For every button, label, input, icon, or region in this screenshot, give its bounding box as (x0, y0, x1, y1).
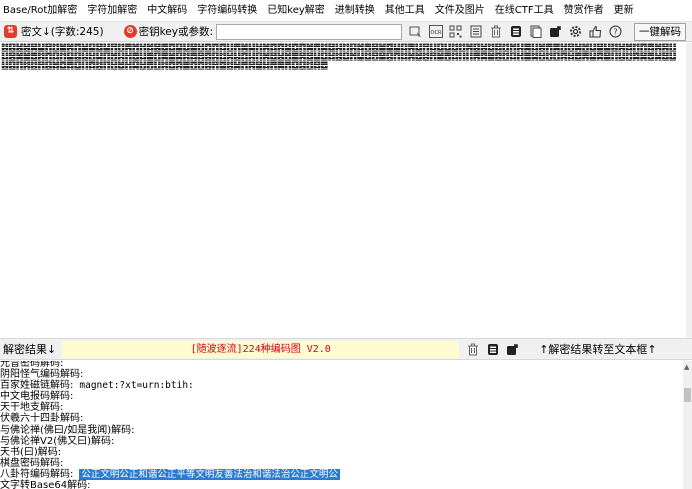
result-trash-icon[interactable] (465, 342, 480, 357)
result-line-label: 天干地支解码: (0, 402, 64, 414)
result-line-label: 中文电报码解码: (0, 391, 74, 403)
menu-char-crypto[interactable]: 字符加解密 (82, 0, 142, 21)
menu-chinese-decode[interactable]: 中文解码 (142, 0, 192, 21)
result-textarea[interactable]: 元音密码解码: 阴阳怪气编码解码: 百家姓磁链解码: magnet:?xt=urn… (0, 361, 692, 489)
swap-icon[interactable]: ⇅ (4, 25, 17, 38)
qrcode-icon[interactable] (448, 24, 463, 39)
result-line-label: 八卦符编码解码: (0, 468, 74, 480)
menu-donate[interactable]: 赞赏作者 (559, 0, 609, 21)
result-line-label: 伏羲六十四卦解码: (0, 413, 84, 425)
cipher-textarea[interactable]: ䷾䷕䷶䷶䷱䷊䷢䷂䷪䷞䷓䷡䷙䷥䷊䷢䷂䷠䷬䷏䷮䷝䷉䷼䷙䷒䷍䷲䷩䷓䷺䷗䷋䷛䷭䷏䷞䷺䷴䷄… (0, 43, 692, 338)
result-line: 八卦符编码解码: 公正文明公正和谐公正平等文明友善法治和谐法治公正文明公 (0, 468, 682, 480)
menu-update[interactable]: 更新 (609, 0, 639, 21)
result-share-icon[interactable] (505, 342, 520, 357)
cipher-scrollbar[interactable] (686, 43, 692, 338)
settings-gear-icon[interactable] (568, 24, 583, 39)
result-line-label: 阴阳怪气编码解码: (0, 369, 84, 381)
menu-file-image[interactable]: 文件及图片 (430, 0, 490, 21)
result-lines: 元音密码解码: 阴阳怪气编码解码: 百家姓磁链解码: magnet:?xt=urn… (0, 361, 682, 489)
menu-known-key[interactable]: 已知key解密 (262, 0, 330, 21)
result-line: 阴阳怪气编码解码: (0, 369, 682, 380)
result-line: 棋盘密码解码: (0, 458, 682, 469)
key-icon: ⊘ (123, 25, 137, 38)
app-banner: [随波逐流]224种编码图 V2.0 (62, 340, 460, 358)
cipher-toolbar: ⇅ 密文↓(字数:245) ⊘ 密钥key或参数: OCR ? 一键解码 (0, 21, 692, 42)
result-line: 文字转Base64解码: (0, 480, 682, 489)
result-label: 解密结果↓ (3, 343, 57, 356)
thumbs-up-icon[interactable] (588, 24, 603, 39)
document-icon[interactable] (468, 24, 483, 39)
result-line-label: 与佛论禅V2(佛又曰)解码: (0, 435, 115, 447)
result-line-value: magnet:?xt=urn:btih: (79, 380, 194, 392)
menu-charset-convert[interactable]: 字符编码转换 (192, 0, 262, 21)
result-toolbar: 解密结果↓ [随波逐流]224种编码图 V2.0 ↑解密结果转至文本框↑ (0, 338, 692, 360)
menu-radix-convert[interactable]: 进制转换 (330, 0, 380, 21)
cipher-text: ䷾䷕䷶䷶䷱䷊䷢䷂䷪䷞䷓䷡䷙䷥䷊䷢䷂䷠䷬䷏䷮䷝䷉䷼䷙䷒䷍䷲䷩䷓䷺䷗䷋䷛䷭䷏䷞䷺䷴䷄… (1, 43, 677, 71)
result-line-label: 天书(曰)解码: (0, 446, 62, 458)
selected-result-value: 公正文明公正和谐公正平等文明友善法治和谐法治公正文明公 (79, 468, 340, 480)
result-line-label: 元音密码解码: (0, 361, 64, 369)
menu-online-ctf[interactable]: 在线CTF工具 (490, 0, 559, 21)
toolbar-icons: OCR ? (408, 24, 628, 39)
menu-other-tools[interactable]: 其他工具 (380, 0, 430, 21)
result-line: 天书(曰)解码: (0, 447, 682, 458)
result-icons (465, 342, 525, 357)
copy-icon[interactable] (508, 24, 523, 39)
result-line-label: 棋盘密码解码: (0, 457, 64, 469)
svg-text:?: ? (613, 27, 617, 36)
result-copy-icon[interactable] (485, 342, 500, 357)
result-line-label: 百家姓磁链解码: (0, 380, 74, 392)
result-line: 百家姓磁链解码: magnet:?xt=urn:btih: (0, 380, 682, 391)
result-line-label: 文字转Base64解码: (0, 480, 91, 489)
paste-icon[interactable] (528, 24, 543, 39)
key-label: 密钥key或参数: (138, 26, 213, 38)
ocr-icon[interactable]: OCR (428, 24, 443, 39)
ocr-text: OCR (430, 30, 441, 36)
share-icon[interactable] (548, 24, 563, 39)
screenshot-icon[interactable] (408, 24, 423, 39)
result-line: 元音密码解码: (0, 361, 682, 369)
help-icon[interactable]: ? (608, 24, 623, 39)
trash-icon[interactable] (488, 24, 503, 39)
transfer-result-button[interactable]: ↑解密结果转至文本框↑ (539, 341, 656, 357)
result-scrollbar[interactable]: ▲ (683, 361, 692, 489)
menu-base-rot[interactable]: Base/Rot加解密 (0, 0, 82, 21)
result-line: 天干地支解码: (0, 402, 682, 413)
result-line: 中文电报码解码: (0, 391, 682, 402)
cipher-label: 密文↓(字数:245) (21, 26, 104, 38)
scroll-up-icon[interactable]: ▲ (684, 363, 689, 371)
scrollbar-thumb[interactable] (684, 388, 691, 402)
result-line: 与佛论禅V2(佛又曰)解码: (0, 436, 682, 447)
result-line-label: 与佛论禅(佛曰/如是我闻)解码: (0, 424, 135, 436)
decrypt-all-button[interactable]: 一键解码 (634, 22, 686, 41)
menu-bar: Base/Rot加解密 字符加解密 中文解码 字符编码转换 已知key解密 进制… (0, 0, 692, 21)
key-input[interactable] (216, 23, 402, 40)
result-line: 与佛论禅(佛曰/如是我闻)解码: (0, 425, 682, 436)
result-line: 伏羲六十四卦解码: (0, 413, 682, 424)
